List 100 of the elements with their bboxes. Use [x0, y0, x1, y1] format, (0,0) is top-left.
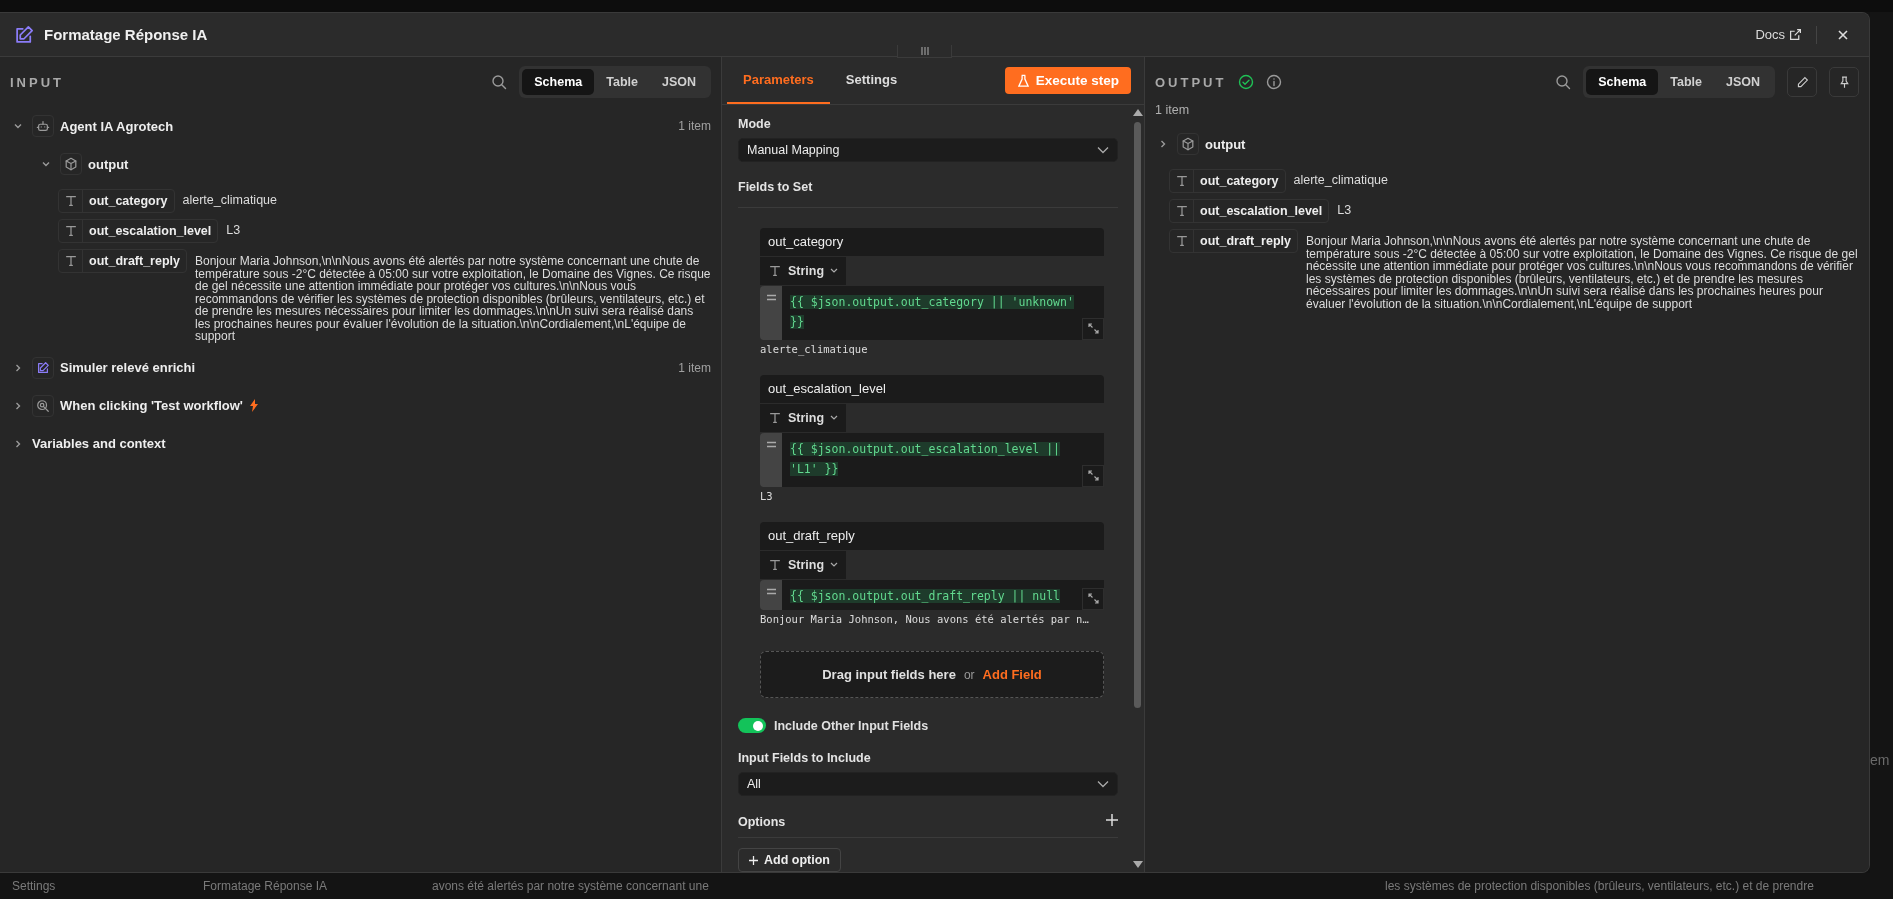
- text-type-icon: [63, 254, 78, 268]
- equals-icon: [766, 293, 776, 301]
- field-key: out_escalation_level: [83, 224, 218, 238]
- result-preview: alerte_climatique: [760, 342, 869, 355]
- field-key-chip[interactable]: out_draft_reply: [1169, 229, 1298, 253]
- text-type-icon: [1174, 234, 1189, 248]
- node-name[interactable]: When clicking 'Test workflow': [60, 398, 243, 413]
- tab[interactable]: Parameters: [727, 57, 830, 104]
- background-text: avons été alertés par notre système concernant une: [432, 879, 710, 893]
- type-select[interactable]: String: [760, 550, 847, 579]
- field-name-input[interactable]: out_category: [760, 227, 1104, 256]
- edit-button[interactable]: [1787, 67, 1817, 97]
- type-select[interactable]: String: [760, 256, 847, 285]
- field-label: Input Fields to Include: [738, 751, 872, 766]
- drop-or: or: [963, 667, 975, 682]
- field-value: L3: [1337, 202, 1352, 217]
- type-select[interactable]: String: [760, 403, 847, 432]
- expand-icon: [1087, 593, 1099, 605]
- cube-icon: [1181, 137, 1195, 151]
- section-title: Options: [738, 814, 787, 829]
- field-key-chip[interactable]: out_category: [58, 189, 175, 213]
- scroll-down-icon[interactable]: [1133, 861, 1143, 868]
- text-type-icon: [768, 263, 782, 278]
- field-value: L3: [226, 222, 241, 237]
- field-value: alerte_climatique: [1293, 172, 1388, 187]
- search-icon: [1555, 74, 1572, 90]
- chevron-icon: [830, 414, 839, 421]
- expand-icon: [1087, 323, 1099, 335]
- expand-button[interactable]: [1082, 317, 1104, 340]
- text-type-icon: [1174, 204, 1189, 218]
- add-option-button[interactable]: Add option: [738, 848, 841, 872]
- pointer-icon: [36, 398, 50, 413]
- pencil-icon: [1795, 75, 1809, 89]
- equals-icon: [766, 440, 776, 448]
- lightning-icon: [248, 399, 259, 412]
- expression-input[interactable]: {{ $json.output.out_draft_reply || null: [782, 579, 1104, 610]
- panel-title: OUTPUT: [1155, 74, 1227, 90]
- field-key: out_escalation_level: [1194, 204, 1329, 218]
- view-tab[interactable]: JSON: [1713, 69, 1772, 95]
- expression-input[interactable]: {{ $json.output.out_escalation_level || 'L1' }}: [782, 432, 1104, 487]
- drop-zone[interactable]: Drag input fields here or Add Field: [760, 650, 1104, 699]
- text-type-icon: [63, 224, 78, 238]
- view-tab[interactable]: Schema: [522, 69, 595, 95]
- field-key: out_draft_reply: [83, 254, 186, 268]
- view-tab[interactable]: Schema: [1586, 69, 1659, 95]
- field-key-chip[interactable]: out_category: [1169, 169, 1286, 193]
- toggle-switch[interactable]: [738, 718, 766, 734]
- drag-handle-icon: [919, 47, 930, 55]
- background-text: Formatage Réponse IA: [203, 879, 329, 893]
- docs-link[interactable]: Docs: [1755, 27, 1802, 42]
- field-key: out_draft_reply: [1194, 234, 1297, 248]
- edit-icon: [36, 360, 50, 375]
- chevron-icon: [1097, 780, 1109, 789]
- background-text: les systèmes de protection disponibles (brûleurs, ventilateurs, etc.) et de prendre: [1385, 879, 1814, 893]
- scroll-up-icon[interactable]: [1133, 109, 1143, 116]
- text-type-icon: [768, 557, 782, 572]
- edit-icon: [14, 24, 34, 45]
- add-field-link[interactable]: Add Field: [982, 667, 1042, 682]
- chevron-icon: [1097, 145, 1109, 154]
- dialog-title: Formatage Réponse IA: [44, 26, 209, 43]
- text-type-icon: [768, 410, 782, 425]
- check-circle-icon: [1238, 74, 1255, 90]
- search-icon: [491, 74, 508, 90]
- robot-icon: [36, 119, 50, 133]
- view-tab[interactable]: Table: [1658, 69, 1714, 95]
- drag-handle[interactable]: [897, 45, 952, 58]
- mode-select[interactable]: Manual Mapping: [738, 138, 1118, 162]
- view-tab[interactable]: JSON: [649, 69, 708, 95]
- text-type-icon: [1174, 174, 1189, 188]
- node-name[interactable]: output: [1205, 136, 1246, 152]
- close-icon: [1837, 28, 1849, 41]
- node-name[interactable]: Agent IA Agrotech: [60, 118, 174, 134]
- view-tab[interactable]: Table: [594, 69, 650, 95]
- field-label: Mode: [738, 117, 772, 131]
- node-name[interactable]: Simuler relevé enrichi: [60, 360, 196, 375]
- node-name[interactable]: Variables and context: [32, 436, 166, 451]
- field-name-input[interactable]: out_draft_reply: [760, 521, 1104, 550]
- node-name[interactable]: output: [88, 156, 129, 172]
- include-select[interactable]: All: [738, 772, 1118, 797]
- item-count: 1 item: [678, 119, 711, 133]
- field-key-chip[interactable]: out_draft_reply: [58, 249, 187, 273]
- field-value: Bonjour Maria Johnson,\n\nNous avons été alertés par notre système concernant une chute de température sous -2°C détectée à 05:00 sur votre exploitation, le Domaine des Vignes. Ce risque de gel nécessite une attention immédiate pour protéger vos cultures.\n\nNous vous recommandons de vérifier les systèmes de protection disponibles (brûleurs, ventilateurs, etc.) et de prendre les mesures nécessaires pour limiter les dommages.\n\nUn suivi sera réalisé dans les prochaines heures pour évaluer l'évolution de la situation.\n\nCordialement,\nL'équipe de support: [195, 253, 711, 343]
- equals-icon: [766, 587, 776, 595]
- chevron-icon: [830, 267, 839, 274]
- field-key-chip[interactable]: out_escalation_level: [58, 219, 219, 243]
- field-value: alerte_climatique: [182, 192, 277, 207]
- info-icon: [1266, 74, 1283, 90]
- field-key: out_category: [83, 194, 174, 208]
- field-key-chip[interactable]: out_escalation_level: [1169, 199, 1330, 223]
- toggle-label: Include Other Input Fields: [774, 718, 929, 733]
- field-name-input[interactable]: out_escalation_level: [760, 374, 1104, 403]
- panel-title: INPUT: [10, 74, 64, 90]
- drop-hint: Drag input fields here: [822, 667, 956, 682]
- expand-button[interactable]: [1082, 464, 1104, 487]
- expression-input[interactable]: {{ $json.output.out_category || 'unknown' }}: [782, 285, 1104, 340]
- expand-button[interactable]: [1082, 587, 1104, 610]
- pin-button[interactable]: [1829, 67, 1859, 97]
- text-type-icon: [63, 194, 78, 208]
- chevron-icon: [830, 561, 839, 568]
- tab[interactable]: Settings: [829, 57, 914, 104]
